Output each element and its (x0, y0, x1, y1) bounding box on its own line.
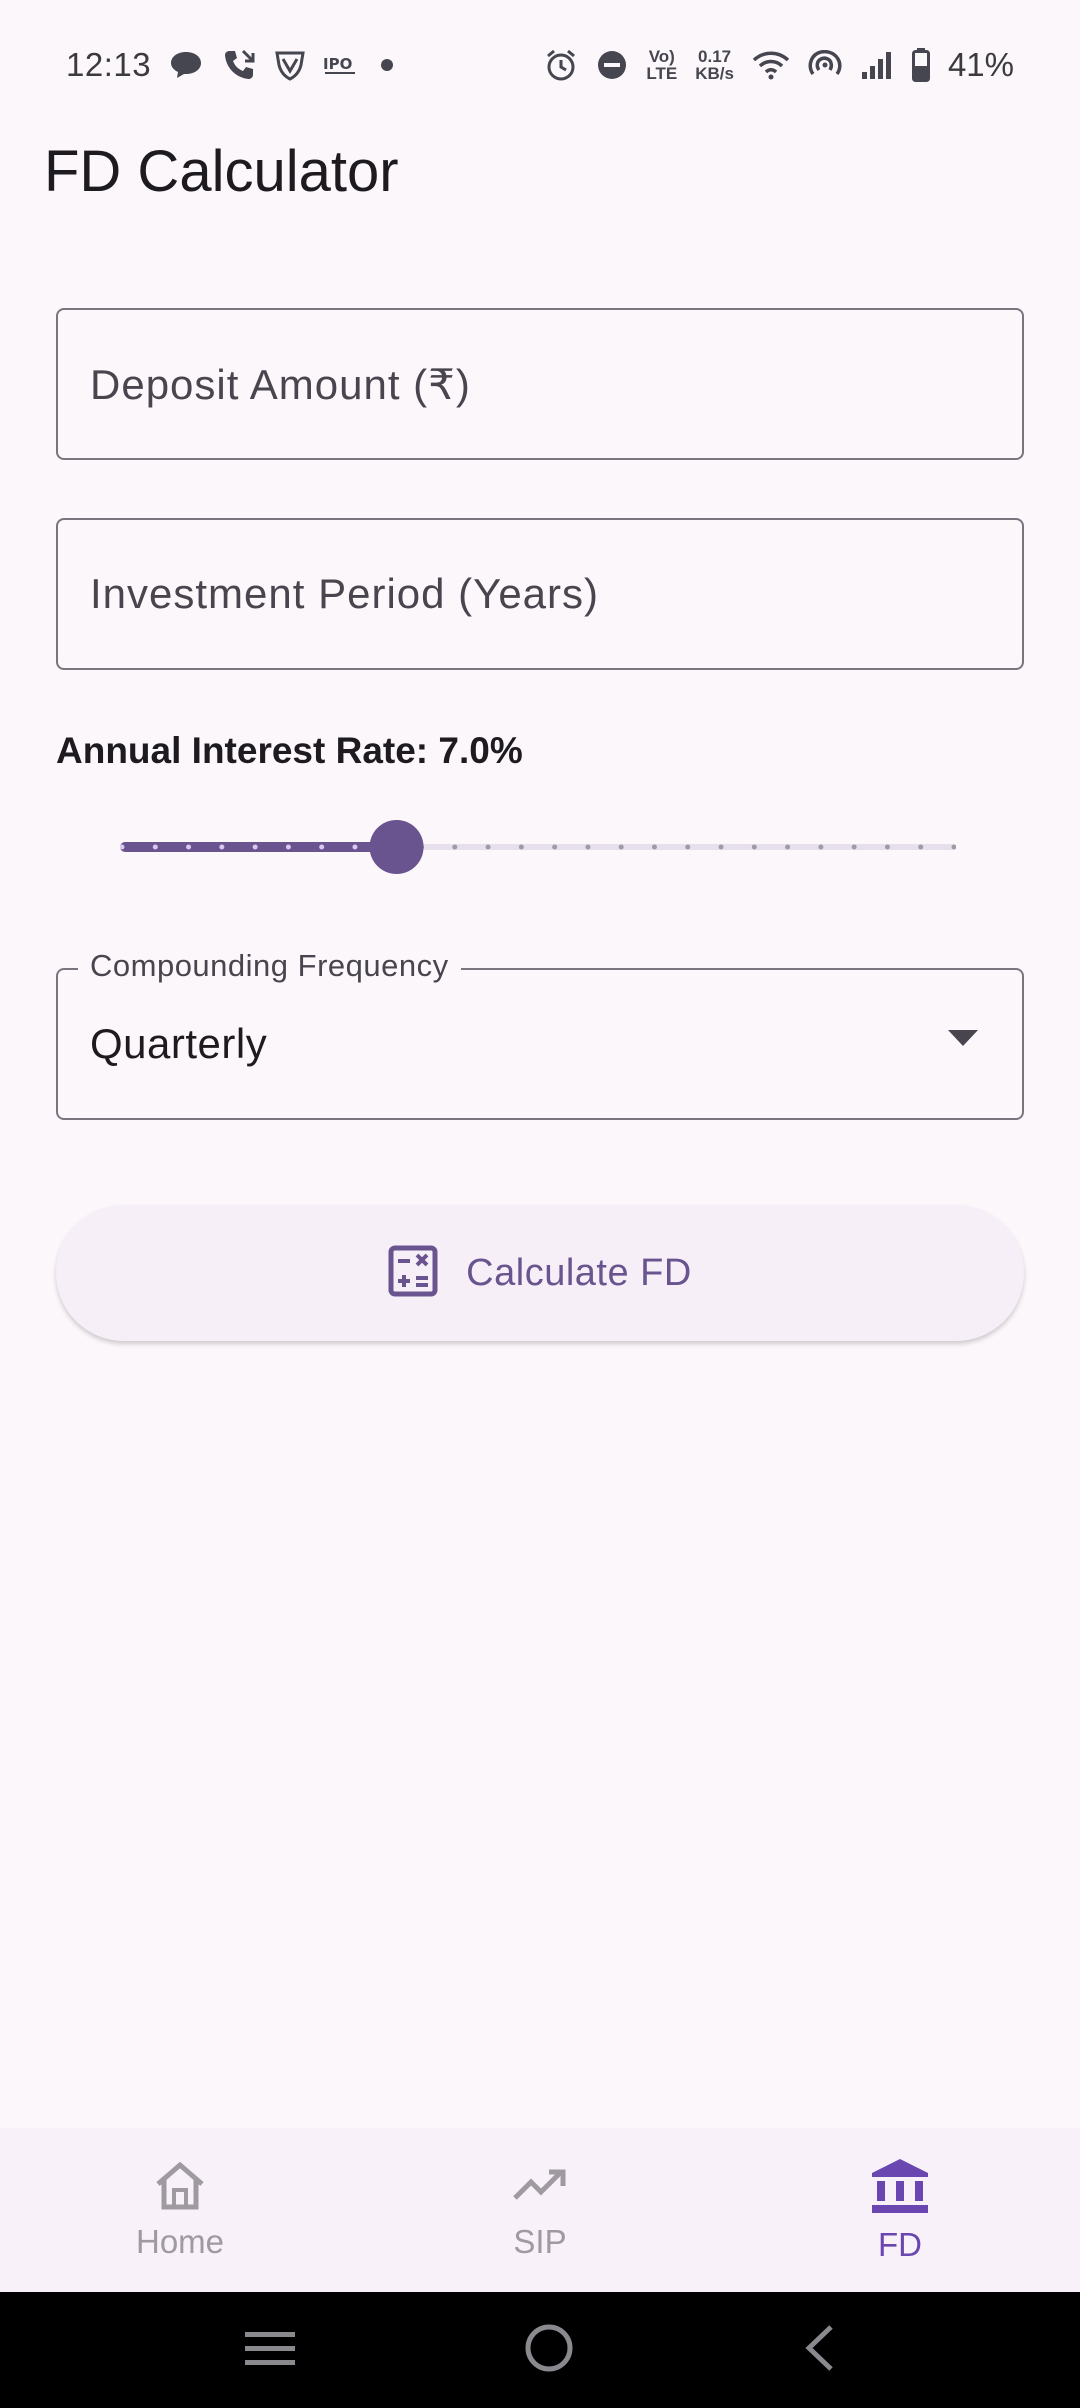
dropdown-arrow-icon (948, 1030, 978, 1051)
nav-item-fd[interactable]: FD (720, 2128, 1080, 2292)
page-title: FD Calculator (44, 139, 399, 204)
home-icon (152, 2160, 208, 2217)
calculate-fd-label: Calculate FD (466, 1251, 692, 1294)
hotspot-icon (808, 50, 842, 80)
slider-tick (252, 844, 258, 850)
slider-tick (718, 844, 724, 850)
slider-tick (685, 844, 691, 850)
deposit-amount-field[interactable]: Deposit Amount (₹) (56, 308, 1024, 460)
bank-icon (870, 2157, 930, 2220)
recent-apps-icon[interactable] (243, 2328, 297, 2373)
slider-tick (518, 844, 524, 850)
nav-label-sip: SIP (513, 2222, 567, 2260)
slider-tick (152, 844, 158, 850)
slider-tick (485, 844, 491, 850)
compounding-frequency-value: Quarterly (90, 1020, 268, 1067)
compounding-frequency-dropdown[interactable]: Compounding Frequency Quarterly (56, 948, 1024, 1120)
slider-graphic (120, 820, 956, 874)
slider-tick (186, 844, 192, 850)
cellular-signal-icon (860, 50, 894, 80)
calculate-fd-button[interactable]: Calculate FD (56, 1205, 1024, 1341)
message-icon (169, 50, 203, 80)
slider-tick (618, 844, 624, 850)
wifi-icon (752, 50, 790, 80)
status-bar-right: Vo) LTE 0.17 KB/s 41% (544, 46, 1014, 84)
app-notification-icon: IPO (323, 54, 357, 76)
nav-label-home: Home (135, 2222, 225, 2260)
volte-bottom-text: LTE (646, 64, 678, 83)
slider-tick (585, 844, 591, 850)
battery-icon (911, 48, 930, 82)
back-icon[interactable] (801, 2323, 837, 2378)
nav-item-home[interactable]: Home (0, 2128, 360, 2292)
slider-tick (319, 844, 325, 850)
slider-tick (918, 844, 924, 850)
slider-tick (851, 844, 857, 850)
alarm-icon (544, 48, 578, 82)
deposit-amount-placeholder: Deposit Amount (₹) (90, 360, 471, 408)
bottom-navigation: Home SIP FD (0, 2128, 1080, 2292)
slider-thumb (369, 820, 424, 874)
slider-tick (352, 844, 358, 850)
status-bar-left: 12:13 IPO (66, 46, 399, 84)
interest-rate-label: Annual Interest Rate: 7.0% (56, 730, 523, 771)
system-navigation-bar (0, 2292, 1080, 2408)
interest-rate-slider[interactable] (120, 820, 956, 874)
slider-tick (219, 844, 225, 850)
slider-tick (552, 844, 558, 850)
fd-calculator-screen: 12:13 IPO Vo) LTE 0.17 KB/s 41% FD Calcu… (0, 0, 1080, 2408)
slider-tick (285, 844, 291, 850)
svg-text:IPO: IPO (323, 55, 352, 73)
battery-percent: 41% (947, 46, 1014, 83)
nav-item-sip[interactable]: SIP (360, 2128, 720, 2292)
network-speed-unit: KB/s (695, 64, 734, 83)
do-not-disturb-icon (596, 49, 628, 81)
investment-period-placeholder: Investment Period (Years) (90, 570, 600, 617)
slider-tick (785, 844, 791, 850)
calculator-icon (388, 1245, 438, 1302)
status-bar: 12:13 IPO Vo) LTE 0.17 KB/s 41% (0, 0, 1080, 130)
vpn-shield-icon (275, 49, 305, 81)
slider-tick (452, 844, 458, 850)
slider-tick (884, 844, 890, 850)
nav-label-fd: FD (878, 2225, 922, 2263)
missed-call-icon (221, 47, 257, 83)
compounding-frequency-label: Compounding Frequency (78, 948, 461, 984)
more-notifications-dot-icon (375, 53, 399, 77)
slider-tick (818, 844, 824, 850)
status-time: 12:13 (66, 46, 152, 83)
trending-up-icon (511, 2160, 569, 2217)
home-button-icon[interactable] (524, 2323, 574, 2378)
slider-tick (751, 844, 757, 850)
investment-period-field[interactable]: Investment Period (Years) (56, 518, 1024, 670)
volte-icon: Vo) LTE (646, 48, 677, 82)
slider-tick (651, 844, 657, 850)
network-speed: 0.17 KB/s (695, 48, 734, 82)
